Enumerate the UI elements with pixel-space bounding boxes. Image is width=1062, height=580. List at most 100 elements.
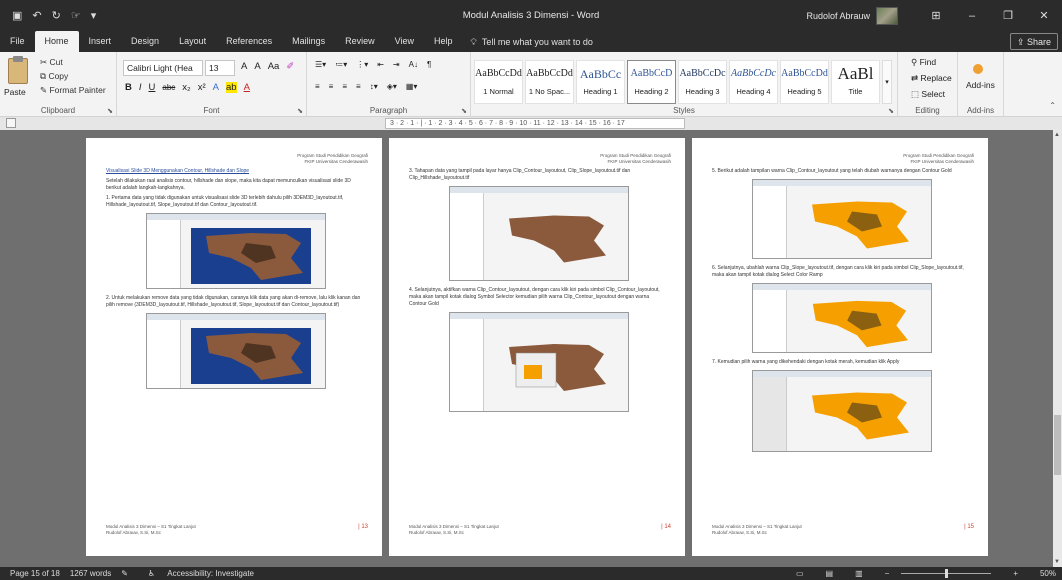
subscript-button[interactable]: x₂ bbox=[182, 82, 190, 93]
save-icon[interactable]: ▣ bbox=[12, 9, 22, 22]
page-14[interactable]: Program Studi Pendidikan Geografi FKIP Un… bbox=[389, 138, 685, 556]
highlight-icon[interactable]: ab bbox=[226, 82, 237, 93]
touch-mode-icon[interactable]: ☞ bbox=[71, 9, 81, 22]
clipboard-launcher-icon[interactable]: ⬊ bbox=[107, 107, 113, 115]
tab-review[interactable]: Review bbox=[335, 31, 385, 52]
borders-icon[interactable]: ▦▾ bbox=[406, 82, 418, 91]
addins-icon[interactable] bbox=[973, 64, 983, 74]
scroll-up-icon[interactable]: ▲ bbox=[1054, 132, 1060, 138]
align-left-icon[interactable]: ≡ bbox=[315, 82, 320, 91]
tab-file[interactable]: File bbox=[0, 31, 35, 52]
vertical-scrollbar[interactable]: ▲ ▼ bbox=[1053, 130, 1062, 567]
copy-button[interactable]: ⧉ Copy bbox=[40, 71, 68, 82]
restore-button[interactable]: ❐ bbox=[990, 0, 1026, 31]
proofing-icon[interactable]: ✎ bbox=[121, 569, 128, 578]
tab-references[interactable]: References bbox=[216, 31, 282, 52]
clear-format-icon[interactable]: ✐ bbox=[286, 61, 294, 72]
style-heading-2[interactable]: AaBbCcD Heading 2 bbox=[627, 60, 676, 104]
tab-design[interactable]: Design bbox=[121, 31, 169, 52]
document-area[interactable]: Program Studi Pendidikan Geografi FKIP Un… bbox=[0, 130, 1053, 567]
align-right-icon[interactable]: ≡ bbox=[342, 82, 347, 91]
read-mode-icon[interactable]: ▭ bbox=[796, 569, 804, 578]
addins-button[interactable]: Add-ins bbox=[966, 80, 995, 90]
redo-icon[interactable]: ↻ bbox=[52, 9, 61, 22]
tab-mailings[interactable]: Mailings bbox=[282, 31, 335, 52]
text-effects-icon[interactable]: A bbox=[213, 82, 219, 93]
shrink-font-button[interactable]: A bbox=[254, 61, 260, 72]
style-normal[interactable]: AaBbCcDd 1 Normal bbox=[474, 60, 523, 104]
styles-launcher-icon[interactable]: ⬊ bbox=[888, 107, 894, 115]
scroll-down-icon[interactable]: ▼ bbox=[1054, 559, 1060, 565]
tell-me-box[interactable]: 💡︎ Tell me what you want to do bbox=[463, 31, 593, 52]
font-name-box[interactable]: Calibri Light (Hea bbox=[123, 60, 203, 76]
page-13[interactable]: Program Studi Pendidikan Geografi FKIP Un… bbox=[86, 138, 382, 556]
superscript-button[interactable]: x² bbox=[198, 82, 206, 93]
font-color-icon[interactable]: A bbox=[244, 82, 250, 93]
zoom-out-icon[interactable]: − bbox=[885, 569, 890, 578]
underline-button[interactable]: U bbox=[149, 82, 156, 93]
undo-icon[interactable]: ↶ bbox=[32, 9, 41, 22]
change-case-button[interactable]: Aa bbox=[268, 61, 280, 72]
replace-button[interactable]: ⇄ Replace bbox=[911, 73, 952, 84]
tab-home[interactable]: Home bbox=[34, 31, 79, 52]
zoom-in-icon[interactable]: + bbox=[1013, 569, 1018, 578]
screenshot-arcgis-3 bbox=[449, 186, 629, 281]
show-marks-icon[interactable]: ¶ bbox=[427, 60, 431, 69]
bold-button[interactable]: B bbox=[125, 82, 132, 93]
avatar[interactable] bbox=[876, 6, 898, 25]
addins-label: Add-ins bbox=[966, 106, 995, 115]
grow-font-button[interactable]: A bbox=[241, 61, 247, 72]
style-title[interactable]: AaBl Title bbox=[831, 60, 880, 104]
multilevel-list-icon[interactable]: ⋮▾ bbox=[356, 60, 368, 69]
scroll-thumb[interactable] bbox=[1054, 415, 1061, 475]
print-layout-icon[interactable]: ▤ bbox=[826, 569, 834, 578]
user-name[interactable]: Rudolof Abrauw bbox=[806, 11, 870, 21]
align-center-icon[interactable]: ≡ bbox=[329, 82, 334, 91]
share-button[interactable]: ⇪ Share bbox=[1009, 33, 1058, 50]
web-layout-icon[interactable]: ▥ bbox=[855, 569, 863, 578]
tab-insert[interactable]: Insert bbox=[79, 31, 122, 52]
customize-qat-icon[interactable]: ▾ bbox=[91, 9, 97, 22]
ribbon-display-options-icon[interactable]: ⊞ bbox=[918, 0, 954, 31]
format-painter-button[interactable]: ✎ Format Painter bbox=[40, 85, 106, 96]
font-size-box[interactable]: 13 bbox=[205, 60, 235, 76]
line-spacing-icon[interactable]: ↕▾ bbox=[370, 82, 378, 91]
close-button[interactable]: ✕ bbox=[1026, 0, 1062, 31]
collapse-ribbon-icon[interactable]: ⌃ bbox=[1049, 101, 1056, 110]
tab-view[interactable]: View bbox=[385, 31, 424, 52]
paragraph-launcher-icon[interactable]: ⬊ bbox=[461, 107, 467, 115]
paste-button[interactable]: Paste bbox=[4, 87, 26, 97]
tab-help[interactable]: Help bbox=[424, 31, 463, 52]
word-count[interactable]: 1267 words bbox=[70, 569, 111, 578]
bullets-icon[interactable]: ☰▾ bbox=[315, 60, 326, 69]
horizontal-ruler[interactable]: 3 · 2 · 1 · | · 1 · 2 · 3 · 4 · 5 · 6 · … bbox=[385, 118, 685, 129]
increase-indent-icon[interactable]: ⇥ bbox=[393, 60, 400, 69]
numbering-icon[interactable]: ≔▾ bbox=[335, 60, 347, 69]
shading-icon[interactable]: ◈▾ bbox=[387, 82, 397, 91]
italic-button[interactable]: I bbox=[139, 82, 142, 93]
page-count[interactable]: Page 15 of 18 bbox=[10, 569, 60, 578]
decrease-indent-icon[interactable]: ⇤ bbox=[377, 60, 384, 69]
styles-more-icon[interactable]: ▾ bbox=[882, 60, 892, 104]
find-button[interactable]: ⚲ Find bbox=[911, 57, 936, 68]
select-button[interactable]: ⬚ Select bbox=[911, 89, 945, 100]
sort-icon[interactable]: A↓ bbox=[409, 60, 418, 69]
page-15[interactable]: Program Studi Pendidikan Geografi FKIP Un… bbox=[692, 138, 988, 556]
font-launcher-icon[interactable]: ⬊ bbox=[297, 107, 303, 115]
zoom-level[interactable]: 50% bbox=[1040, 569, 1056, 578]
style-heading-3[interactable]: AaBbCcDc Heading 3 bbox=[678, 60, 727, 104]
justify-icon[interactable]: ≡ bbox=[356, 82, 361, 91]
minimize-button[interactable]: – bbox=[954, 0, 990, 31]
paragraph-label: Paragraph bbox=[369, 106, 408, 115]
style-heading-1[interactable]: AaBbCc Heading 1 bbox=[576, 60, 625, 104]
cut-button[interactable]: ✂ Cut bbox=[40, 57, 63, 68]
strikethrough-button[interactable]: abc bbox=[162, 83, 175, 92]
accessibility-status[interactable]: ♿︎ Accessibility: Investigate bbox=[138, 569, 254, 578]
style-heading-5[interactable]: AaBbCcDd Heading 5 bbox=[780, 60, 829, 104]
tab-layout[interactable]: Layout bbox=[169, 31, 216, 52]
tab-selector-icon[interactable] bbox=[6, 118, 16, 128]
style-no-spacing[interactable]: AaBbCcDd 1 No Spac... bbox=[525, 60, 574, 104]
style-heading-4[interactable]: AaBbCcDc Heading 4 bbox=[729, 60, 778, 104]
paste-icon[interactable] bbox=[8, 56, 28, 84]
zoom-slider[interactable] bbox=[901, 569, 992, 578]
